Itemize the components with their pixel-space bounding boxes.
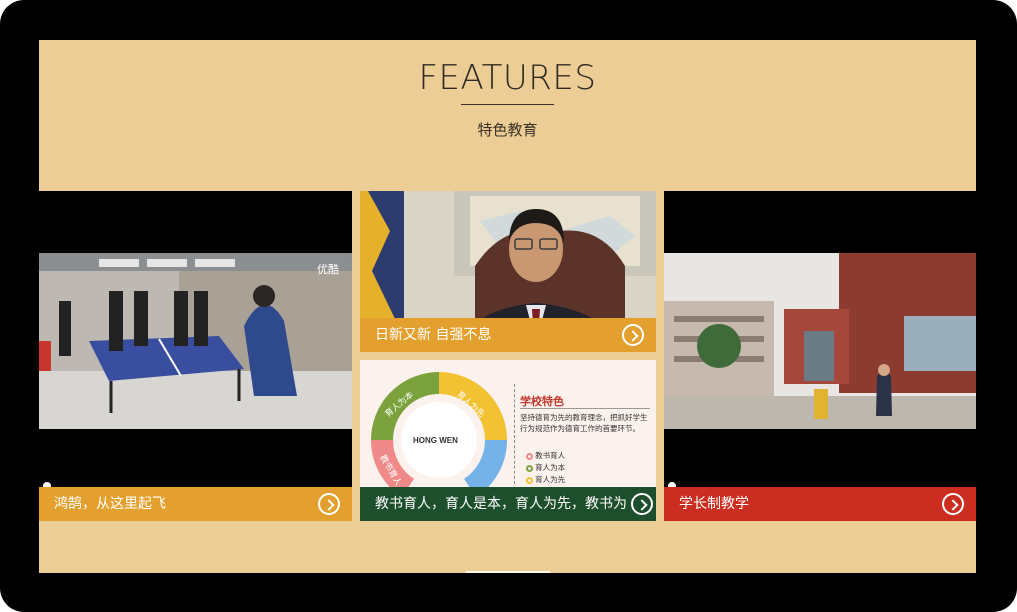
tablet-frame: FEATURES 特色教育 优酷 鸿鹄，从这里起飞 日新又新 自强不息 HONG… (0, 0, 1017, 612)
card-caption: 学长制教学 (679, 496, 749, 512)
card-caption-bar[interactable]: 学长制教学 (664, 487, 976, 521)
chevron-right-circle-icon[interactable] (631, 493, 653, 515)
legend-dot-icon (526, 476, 533, 484)
card-caption-bar[interactable]: 鸿鹄，从这里起飞 (39, 487, 352, 521)
feature-card-table-tennis[interactable]: 优酷 鸿鹄，从这里起飞 (39, 191, 352, 521)
diagram-heading: 学校特色 (520, 395, 564, 408)
card-caption-bar[interactable]: 日新又新 自强不息 (360, 318, 656, 352)
diagram-divider (514, 384, 515, 484)
page-indicator (466, 571, 550, 573)
diagram-body-line: 坚持德育为先的教育理念，把抓好学生 (520, 413, 648, 422)
legend-item: 教书育人 (526, 450, 565, 461)
legend-dot-icon (526, 464, 533, 472)
video-watermark: 优酷 (317, 263, 339, 276)
card-caption: 鸿鹄，从这里起飞 (54, 496, 166, 512)
chevron-right-circle-icon[interactable] (318, 493, 340, 515)
legend-dot-icon (526, 452, 533, 460)
section-title: FEATURES (418, 58, 597, 98)
feature-card-diagram[interactable]: HONG WEN 育人为本 育人为先 教书育人 学校特色 坚持德育为先的教育理念… (360, 360, 656, 521)
features-section: FEATURES 特色教育 优酷 鸿鹄，从这里起飞 日新又新 自强不息 HONG… (39, 40, 976, 573)
diagram-heading-underline (520, 408, 650, 409)
card-caption-bar[interactable]: 教书育人，育人是本，育人为先，教书为 (360, 487, 656, 521)
section-subtitle: 特色教育 (477, 121, 538, 139)
feature-card-portrait[interactable]: 日新又新 自强不息 (360, 191, 656, 352)
diagram-center-label: HONG WEN (413, 436, 458, 445)
card-caption: 日新又新 自强不息 (375, 327, 492, 343)
diagram-body-line: 行为规范作为德育工作的首要环节。 (520, 424, 640, 433)
legend-item: 育人为先 (526, 474, 565, 485)
chevron-right-circle-icon[interactable] (942, 493, 964, 515)
chevron-right-circle-icon[interactable] (622, 324, 644, 346)
legend-item: 育人为本 (526, 462, 565, 473)
table-tennis-video-thumbnail[interactable] (39, 191, 352, 521)
education-ring-diagram (370, 372, 508, 490)
card-caption: 教书育人，育人是本，育人为先，教书为 (375, 496, 627, 512)
school-gate-video-thumbnail[interactable] (664, 191, 976, 521)
feature-card-school-gate[interactable]: 学长制教学 (664, 191, 976, 521)
title-underline (461, 104, 554, 105)
